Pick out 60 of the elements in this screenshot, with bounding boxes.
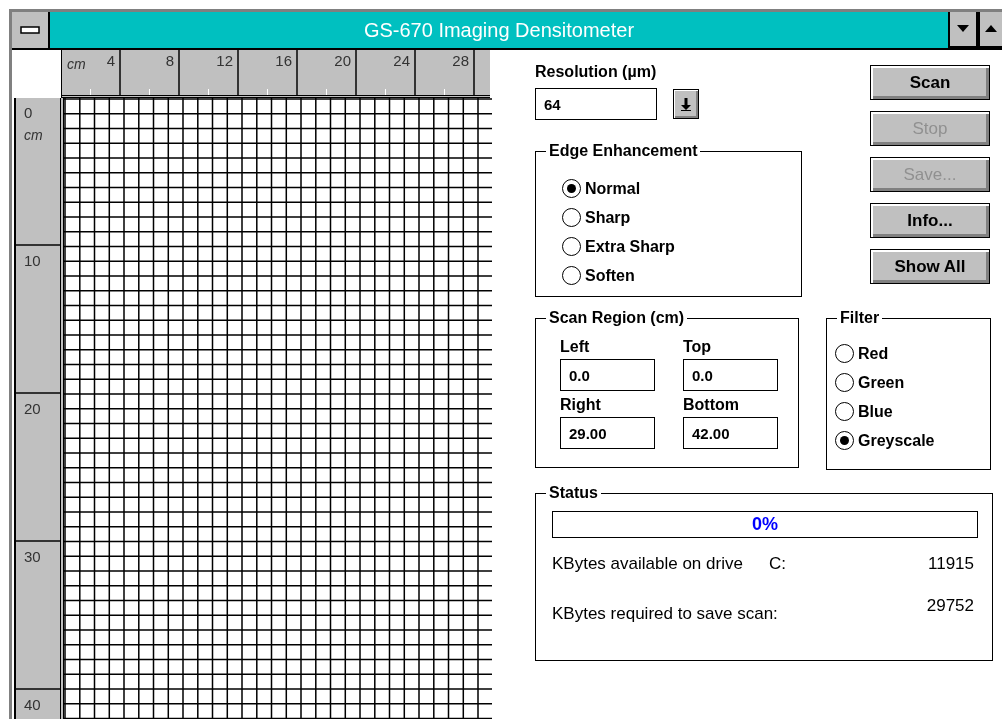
maximize-button[interactable] bbox=[978, 12, 1002, 48]
group-title: Edge Enhancement bbox=[546, 141, 701, 161]
radio-option[interactable]: Extra Sharp bbox=[562, 232, 801, 261]
option-label: Extra Sharp bbox=[585, 236, 675, 257]
option-label: Blue bbox=[858, 401, 893, 422]
ruler-label: 10 bbox=[24, 251, 42, 271]
radio-option[interactable]: Soften bbox=[562, 261, 801, 290]
minimize-button[interactable] bbox=[948, 12, 978, 48]
radio-option[interactable]: Greyscale bbox=[835, 426, 990, 455]
ruler-label: 0 bbox=[24, 103, 34, 123]
up-triangle-icon bbox=[985, 25, 997, 33]
option-label: Greyscale bbox=[858, 430, 935, 451]
radio-option[interactable]: Green bbox=[835, 368, 990, 397]
field-label: Top bbox=[683, 337, 713, 357]
field-label: Right bbox=[560, 395, 602, 415]
ruler-label: 28 bbox=[452, 52, 469, 69]
field-label: Bottom bbox=[683, 395, 740, 415]
coordinate-field[interactable]: 0.0 bbox=[683, 359, 778, 391]
coordinate-field[interactable]: 29.00 bbox=[560, 417, 655, 449]
option-label: Sharp bbox=[585, 207, 631, 228]
drive-letter: C: bbox=[768, 553, 786, 575]
radio-option[interactable]: Normal bbox=[562, 174, 801, 203]
ruler-unit: cm bbox=[24, 125, 44, 145]
bar-icon bbox=[20, 26, 40, 34]
action-button[interactable]: Show All bbox=[870, 249, 990, 284]
ruler-label: 12 bbox=[216, 52, 233, 69]
status-label: KBytes available on drive bbox=[552, 553, 743, 575]
status-label: KBytes required to save scan: bbox=[552, 602, 778, 625]
action-button[interactable]: Scan bbox=[870, 65, 990, 100]
radio-option[interactable]: Sharp bbox=[562, 203, 801, 232]
down-triangle-icon bbox=[957, 25, 969, 33]
option-label: Soften bbox=[585, 265, 635, 286]
ruler-label: 16 bbox=[275, 52, 292, 69]
status-value: 29752 bbox=[926, 594, 974, 617]
ruler-label: 40 bbox=[24, 695, 42, 715]
coordinate-field[interactable]: 42.00 bbox=[683, 417, 778, 449]
progress-reading: 0% bbox=[752, 513, 778, 536]
window-title: GS-670 Imaging Densitometer bbox=[50, 12, 948, 48]
option-label: Green bbox=[858, 372, 905, 393]
radio-option[interactable]: Blue bbox=[835, 397, 990, 426]
ruler-label: 20 bbox=[24, 399, 42, 419]
ruler-unit: cm bbox=[67, 55, 86, 74]
option-label: Normal bbox=[585, 178, 641, 199]
field-label: Resolution (µm) bbox=[535, 62, 658, 82]
coordinate-field[interactable]: 0.0 bbox=[560, 359, 655, 391]
dropdown-button[interactable] bbox=[673, 89, 699, 119]
group-title: Scan Region (cm) bbox=[546, 308, 688, 328]
ruler-label: 30 bbox=[24, 547, 42, 567]
action-button[interactable]: Info... bbox=[870, 203, 990, 238]
down-arrow-icon bbox=[680, 97, 692, 111]
ruler-label: 20 bbox=[334, 52, 351, 69]
radio-option[interactable]: Red bbox=[835, 339, 990, 368]
option-label: Red bbox=[858, 343, 889, 364]
ruler-label: 8 bbox=[165, 52, 174, 69]
ruler-label: 24 bbox=[393, 52, 410, 69]
resolution-field[interactable]: 64 bbox=[535, 88, 657, 120]
system-menu-button[interactable] bbox=[12, 12, 50, 48]
status-value: 11915 bbox=[928, 553, 974, 575]
field-label: Left bbox=[560, 337, 591, 357]
ruler-label: 4 bbox=[106, 52, 115, 69]
